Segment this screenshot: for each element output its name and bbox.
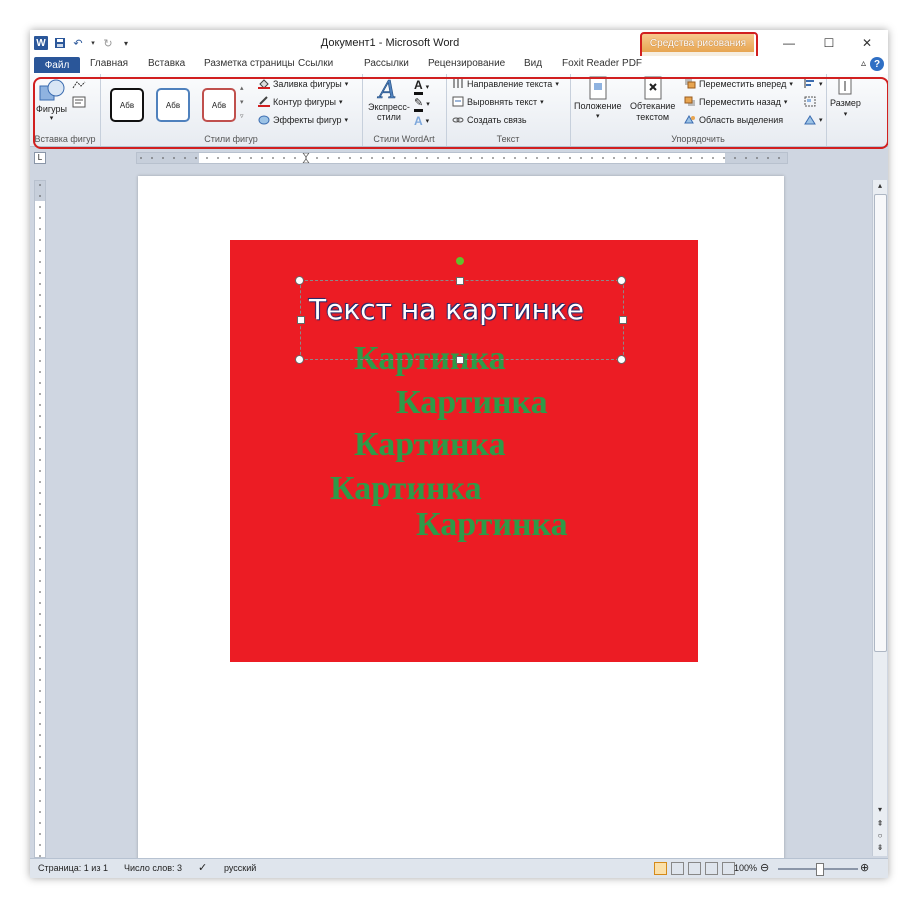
tab-references[interactable]: Ссылки xyxy=(298,58,333,69)
text-box-content[interactable]: Текст на картинке xyxy=(309,293,584,326)
vertical-scrollbar[interactable]: ▴ ▾ ⇞ ○ ⇟ xyxy=(872,180,887,856)
print-layout-icon[interactable] xyxy=(654,862,667,875)
help-icon[interactable]: ? xyxy=(870,57,884,71)
zoom-in-icon[interactable]: ⊕ xyxy=(860,861,869,874)
outline-icon[interactable] xyxy=(705,862,718,875)
proofing-icon[interactable]: ✓ xyxy=(198,861,207,874)
word-count[interactable]: Число слов: 3 xyxy=(124,863,182,873)
tab-review[interactable]: Рецензирование xyxy=(428,58,505,69)
tab-mailings[interactable]: Рассылки xyxy=(364,58,409,69)
zoom-out-icon[interactable]: ⊖ xyxy=(760,861,769,874)
picture-text-2: Картинка xyxy=(396,384,548,421)
ribbon-tabs: Файл Главная Вставка Разметка страницы С… xyxy=(30,56,888,74)
tab-selector[interactable]: L xyxy=(34,152,46,164)
vertical-ruler[interactable] xyxy=(34,180,46,858)
document-page[interactable]: Картинка Картинка Картинка Картинка Карт… xyxy=(138,176,784,866)
tab-insert[interactable]: Вставка xyxy=(148,58,185,69)
close-icon[interactable]: ✕ xyxy=(852,34,882,52)
page-count[interactable]: Страница: 1 из 1 xyxy=(38,863,108,873)
resize-handle-top-left[interactable] xyxy=(295,276,304,285)
word-window: W ↶ ▾ ↻ ▾ Документ1 - Microsoft Word Сре… xyxy=(30,30,888,878)
resize-handle-left[interactable] xyxy=(297,316,305,324)
scroll-thumb[interactable] xyxy=(874,194,887,652)
title-bar: W ↶ ▾ ↻ ▾ Документ1 - Microsoft Word Сре… xyxy=(30,30,888,74)
document-area[interactable]: Картинка Картинка Картинка Картинка Карт… xyxy=(48,164,872,866)
collapse-ribbon-icon[interactable]: ▵ xyxy=(861,58,866,69)
language[interactable]: русский xyxy=(224,863,256,873)
scroll-down-icon[interactable]: ▾ xyxy=(873,804,887,816)
resize-handle-bottom[interactable] xyxy=(456,356,464,364)
picture-text-3: Картинка xyxy=(354,426,506,463)
scroll-up-icon[interactable]: ▴ xyxy=(873,180,887,192)
resize-handle-right[interactable] xyxy=(619,316,627,324)
status-bar: Страница: 1 из 1 Число слов: 3 ✓ русский… xyxy=(30,858,888,878)
zoom-slider[interactable] xyxy=(778,863,858,876)
picture-text-4: Картинка xyxy=(330,470,482,507)
rotation-handle[interactable] xyxy=(456,257,464,265)
maximize-icon[interactable]: ☐ xyxy=(814,34,844,52)
resize-handle-bottom-left[interactable] xyxy=(295,355,304,364)
tab-home[interactable]: Главная xyxy=(90,58,128,69)
picture-text-5: Картинка xyxy=(416,506,568,543)
tab-page-layout[interactable]: Разметка страницы xyxy=(204,58,295,69)
zoom-slider-thumb[interactable] xyxy=(816,863,824,876)
tab-file[interactable]: Файл xyxy=(34,57,80,73)
view-buttons xyxy=(654,862,735,875)
horizontal-ruler[interactable] xyxy=(136,152,788,164)
picture[interactable]: Картинка Картинка Картинка Картинка Карт… xyxy=(230,240,698,662)
tab-foxit[interactable]: Foxit Reader PDF xyxy=(562,58,642,69)
full-screen-reading-icon[interactable] xyxy=(671,862,684,875)
zoom-level[interactable]: 100% xyxy=(734,863,757,873)
resize-handle-bottom-right[interactable] xyxy=(617,355,626,364)
tab-view[interactable]: Вид xyxy=(524,58,542,69)
resize-handle-top-right[interactable] xyxy=(617,276,626,285)
previous-page-icon[interactable]: ⇞ xyxy=(873,818,887,830)
ribbon-highlight xyxy=(33,77,888,149)
minimize-icon[interactable]: — xyxy=(774,34,804,52)
web-layout-icon[interactable] xyxy=(688,862,701,875)
next-page-icon[interactable]: ⇟ xyxy=(873,842,887,854)
browse-object-icon[interactable]: ○ xyxy=(873,830,887,842)
resize-handle-top[interactable] xyxy=(456,277,464,285)
text-box[interactable]: Текст на картинке xyxy=(300,280,624,360)
